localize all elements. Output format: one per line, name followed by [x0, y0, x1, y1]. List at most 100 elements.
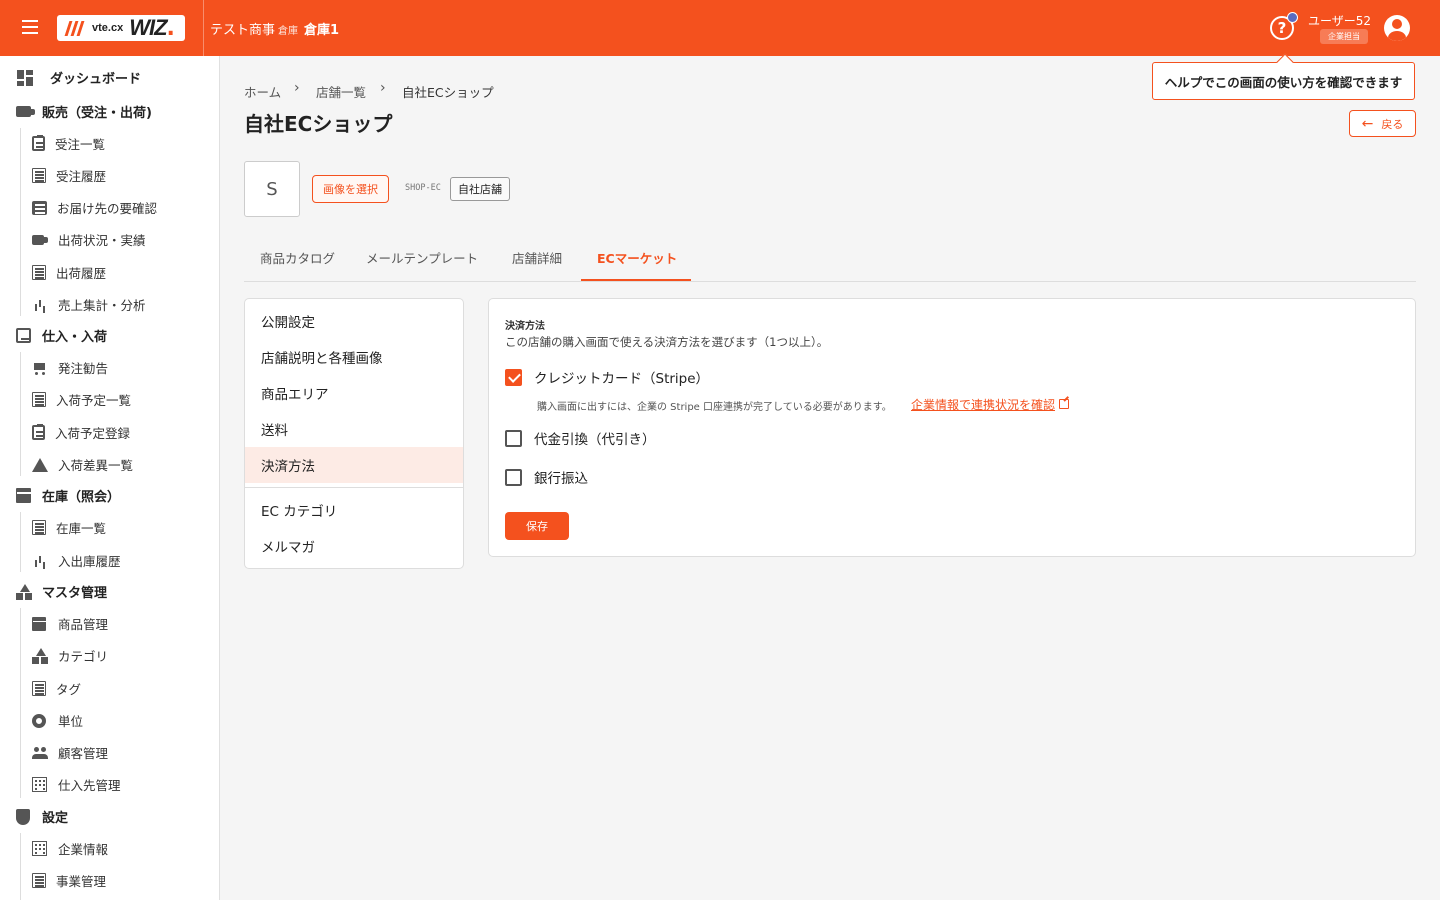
sidebar-label: 仕入先管理 [58, 778, 121, 793]
section-label: 決済方法 [505, 321, 545, 332]
menu-item-shipping[interactable]: 送料 [245, 411, 463, 447]
checkbox[interactable] [505, 468, 522, 486]
payment-option-bank-transfer[interactable]: 銀行振込 [505, 467, 588, 487]
sidebar-item-tags[interactable]: タグ [32, 679, 81, 698]
sidebar-rail [20, 128, 21, 316]
menu-item-ec-category[interactable]: EC カテゴリ [245, 492, 463, 528]
breadcrumb-current: 自社ECショップ [402, 85, 494, 100]
sidebar-label: 出荷状況・実績 [58, 233, 146, 248]
list-icon [32, 265, 46, 280]
back-label: 戻る [1381, 117, 1404, 131]
menu-icon[interactable] [18, 16, 42, 40]
sidebar-item-units[interactable]: 単位 [32, 711, 83, 730]
account-avatar-icon[interactable] [1384, 15, 1410, 41]
list-icon [32, 168, 46, 183]
sidebar-label: 入出庫履歴 [58, 554, 121, 569]
user-role-badge: 企業担当 [1320, 29, 1368, 44]
sidebar-item-stock-history[interactable]: 入出庫履歴 [32, 551, 121, 570]
sidebar-rail [20, 352, 21, 476]
menu-item-description[interactable]: 店舗説明と各種画像 [245, 339, 463, 375]
list-icon [32, 392, 46, 407]
tab-shop-detail[interactable]: 店舗詳細 [512, 248, 562, 267]
sidebar-label: 商品管理 [58, 617, 109, 632]
warehouse-name[interactable]: 倉庫1 [304, 19, 339, 38]
payment-option-cod[interactable]: 代金引換（代引き） [505, 428, 656, 448]
menu-item-newsletter[interactable]: メルマガ [245, 528, 463, 564]
truck-icon [32, 234, 48, 245]
user-name: ユーザー52 [1308, 14, 1372, 28]
sidebar-section-master[interactable]: マスタ管理 [16, 582, 107, 601]
sidebar-label: ダッシュボード [50, 72, 142, 87]
sidebar-item-arrival-list[interactable]: 入荷予定一覧 [32, 390, 131, 409]
tab-product-catalog[interactable]: 商品カタログ [260, 248, 335, 267]
menu-item-product-area[interactable]: 商品エリア [245, 375, 463, 411]
sidebar-label: 出荷履歴 [56, 266, 107, 281]
sidebar-rail [20, 833, 21, 900]
sidebar-label: お届け先の要確認 [57, 201, 158, 216]
sidebar-item-business[interactable]: 事業管理 [32, 871, 106, 890]
shop-code: SHOP-EC [405, 183, 441, 193]
sidebar-item-company-info[interactable]: 企業情報 [32, 839, 108, 858]
warehouse-label: 倉庫 [278, 26, 298, 37]
sidebar-item-stock-list[interactable]: 在庫一覧 [32, 518, 106, 537]
sidebar-label: 販売（受注・出荷) [42, 106, 152, 121]
sidebar-item-customers[interactable]: 顧客管理 [32, 743, 108, 762]
archive-icon [32, 616, 47, 631]
sidebar-item-orders[interactable]: 受注一覧 [32, 134, 105, 153]
tab-ec-market[interactable]: ECマーケット [597, 248, 677, 267]
option-label: 代金引換（代引き） [534, 432, 656, 448]
section-description: この店舗の購入画面で使える決済方法を選びます（1つ以上）。 [505, 335, 829, 349]
clipboard-icon [32, 135, 45, 151]
building-icon [32, 841, 47, 856]
select-image-button[interactable]: 画像を選択 [312, 175, 389, 203]
sidebar-label: 入荷予定登録 [55, 426, 131, 441]
sidebar-label: 入荷予定一覧 [56, 393, 132, 408]
logo-text-small: vte.cx [92, 22, 124, 34]
sidebar-item-sales-analytics[interactable]: 売上集計・分析 [32, 295, 146, 314]
sidebar-label: 受注履歴 [56, 169, 107, 184]
breadcrumb-shop-list[interactable]: 店舗一覧 [316, 82, 366, 101]
menu-item-payment[interactable]: 決済方法 [245, 447, 463, 483]
external-link-icon [1059, 399, 1069, 409]
checkbox[interactable] [505, 429, 522, 447]
sidebar-item-products[interactable]: 商品管理 [32, 614, 108, 633]
sidebar-label: 入荷差異一覧 [58, 458, 134, 473]
sidebar-item-categories[interactable]: カテゴリ [32, 646, 108, 665]
sidebar-item-dashboard[interactable]: ダッシュボード [16, 68, 141, 87]
app-logo[interactable]: vte.cx WIZ. [57, 15, 185, 41]
sidebar-item-order-recommend[interactable]: 発注勧告 [32, 358, 108, 377]
shield-icon [16, 808, 30, 825]
header-divider [203, 0, 204, 56]
sidebar-item-suppliers[interactable]: 仕入先管理 [32, 775, 121, 794]
sidebar-item-shipping-history[interactable]: 出荷履歴 [32, 263, 106, 282]
sidebar-item-shipping-status[interactable]: 出荷状況・実績 [32, 230, 146, 249]
sidebar-item-arrival-diff[interactable]: 入荷差異一覧 [32, 455, 133, 474]
menu-item-publish[interactable]: 公開設定 [245, 303, 463, 339]
save-button[interactable]: 保存 [505, 512, 569, 540]
sidebar-label: 発注勧告 [58, 361, 109, 376]
sidebar-item-arrival-register[interactable]: 入荷予定登録 [32, 423, 130, 442]
logo-dot: . [166, 15, 175, 41]
sidebar-label: 設定 [42, 811, 69, 826]
option-label: クレジットカード（Stripe） [534, 371, 710, 387]
sidebar-section-sales[interactable]: 販売（受注・出荷) [16, 102, 152, 121]
truck-icon [16, 106, 35, 117]
checkbox-checked[interactable] [505, 368, 522, 386]
sidebar-label: 企業情報 [58, 842, 109, 857]
sidebar-item-order-history[interactable]: 受注履歴 [32, 166, 106, 185]
people-icon [32, 745, 48, 761]
list-icon [32, 520, 46, 535]
back-button[interactable]: ← 戻る [1349, 110, 1416, 137]
stripe-note: 購入画面に出すには、企業の Stripe 口座連携が完了している必要があります。 [537, 402, 892, 413]
tab-mail-template[interactable]: メールテンプレート [366, 248, 478, 267]
breadcrumb-home[interactable]: ホーム [244, 82, 281, 101]
company-info-link[interactable]: 企業情報で連携状況を確認 [911, 396, 1055, 413]
sidebar-item-delivery-check[interactable]: お届け先の要確認 [32, 198, 157, 217]
payment-option-credit-card[interactable]: クレジットカード（Stripe） [505, 367, 709, 387]
sidebar-section-purchase[interactable]: 仕入・入荷 [16, 326, 107, 345]
sidebar-label: 仕入・入荷 [42, 330, 108, 345]
sidebar-section-settings[interactable]: 設定 [16, 807, 68, 826]
sidebar-label: 在庫（照会） [42, 490, 121, 505]
sidebar-section-stock[interactable]: 在庫（照会） [16, 486, 120, 505]
sidebar-label: カテゴリ [58, 649, 109, 664]
